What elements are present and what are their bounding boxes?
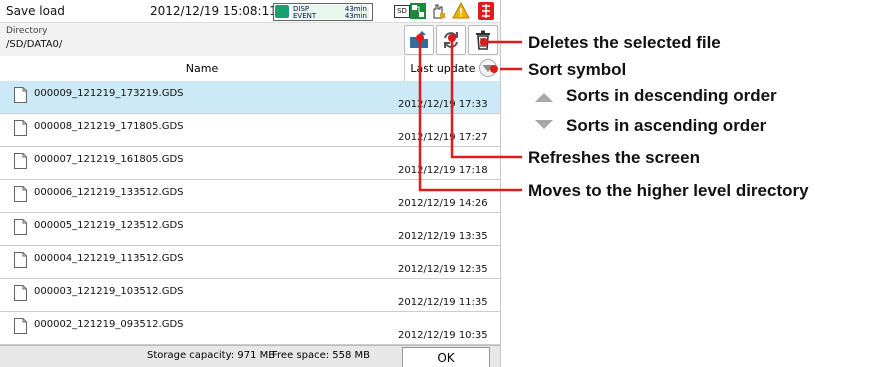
- file-name: 000009_121219_173219.GDS: [34, 88, 184, 99]
- file-name: 000007_121219_161805.GDS: [34, 154, 184, 165]
- callout-sort: Sort symbol: [528, 60, 627, 79]
- file-row[interactable]: 000004_121219_113512.GDS 2012/12/19 12:35: [0, 246, 500, 279]
- delete-button[interactable]: [468, 25, 498, 55]
- file-name: 000003_121219_103512.GDS: [34, 286, 184, 297]
- ascending-triangle-icon: [535, 120, 553, 129]
- file-date: 2012/12/19 13:35: [398, 231, 488, 242]
- save-load-screen: Save load 2012/12/19 15:08:11 DISP EVENT…: [0, 0, 501, 367]
- event-value: 43min: [344, 12, 367, 20]
- directory-path: /SD/DATA0/: [6, 39, 63, 50]
- file-list-header: Name Last update: [0, 56, 500, 82]
- free-space: Free space: 558 MB: [272, 350, 371, 361]
- name-column-header[interactable]: Name: [0, 62, 404, 75]
- file-icon: [14, 219, 27, 235]
- file-row[interactable]: 000002_121219_093512.GDS 2012/12/19 10:35: [0, 312, 500, 345]
- callout-delete: Deletes the selected file: [528, 33, 721, 52]
- status-bar: Save load 2012/12/19 15:08:11 DISP EVENT…: [0, 0, 500, 22]
- directory-bar: Directory /SD/DATA0/: [0, 22, 500, 58]
- status-timestamp: 2012/12/19 15:08:11: [150, 4, 277, 18]
- memory-icon: [275, 5, 289, 18]
- file-date: 2012/12/19 10:35: [398, 330, 488, 341]
- network-icon: [410, 3, 426, 19]
- file-icon: [14, 120, 27, 136]
- file-date: 2012/12/19 14:26: [398, 198, 488, 209]
- callout-up: Moves to the higher level directory: [528, 181, 809, 200]
- file-row[interactable]: 000008_121219_171805.GDS 2012/12/19 17:27: [0, 114, 500, 147]
- sd-card-icon: SD: [394, 5, 410, 18]
- file-date: 2012/12/19 17:18: [398, 165, 488, 176]
- footer-bar: Storage capacity: 971 MB Free space: 558…: [0, 345, 500, 367]
- warning-icon: [452, 1, 470, 20]
- file-name: 000008_121219_171805.GDS: [34, 121, 184, 132]
- file-row[interactable]: 000003_121219_103512.GDS 2012/12/19 11:35: [0, 279, 500, 312]
- file-name: 000004_121219_113512.GDS: [34, 253, 184, 264]
- event-label: EVENT: [293, 12, 317, 20]
- storage-capacity: Storage capacity: 971 MB: [147, 350, 276, 361]
- file-name: 000006_121219_133512.GDS: [34, 187, 184, 198]
- file-icon: [14, 87, 27, 103]
- descending-triangle-icon: [535, 93, 553, 102]
- parent-directory-button[interactable]: [404, 25, 434, 55]
- sort-triangle-icon[interactable]: [479, 59, 497, 77]
- ok-button[interactable]: OK: [402, 347, 490, 367]
- file-date: 2012/12/19 12:35: [398, 264, 488, 275]
- file-name: 000005_121219_123512.GDS: [34, 220, 184, 231]
- file-row[interactable]: 000006_121219_133512.GDS 2012/12/19 14:26: [0, 180, 500, 213]
- file-row[interactable]: 000007_121219_161805.GDS 2012/12/19 17:18: [0, 147, 500, 180]
- file-list: 000009_121219_173219.GDS 2012/12/19 17:33…: [0, 81, 500, 345]
- file-date: 2012/12/19 17:33: [398, 99, 488, 110]
- folder-up-icon: [410, 31, 428, 48]
- file-row[interactable]: 000005_121219_123512.GDS 2012/12/19 13:35: [0, 213, 500, 246]
- last-update-column-header[interactable]: Last update: [406, 62, 480, 75]
- file-icon: [14, 318, 27, 334]
- hand-icon: [430, 3, 446, 19]
- directory-label: Directory: [6, 26, 48, 36]
- file-icon: [14, 153, 27, 169]
- refresh-button[interactable]: [436, 25, 466, 55]
- alarm-icon: [478, 2, 494, 20]
- callout-refresh: Refreshes the screen: [528, 148, 700, 167]
- file-name: 000002_121219_093512.GDS: [34, 319, 184, 330]
- file-icon: [14, 252, 27, 268]
- file-date: 2012/12/19 11:35: [398, 297, 488, 308]
- callout-desc: Sorts in descending order: [566, 86, 777, 105]
- file-icon: [14, 285, 27, 301]
- memory-status: DISP EVENT 43min 43min: [273, 3, 373, 21]
- trash-icon: [476, 30, 490, 50]
- file-date: 2012/12/19 17:27: [398, 132, 488, 143]
- callout-asc: Sorts in ascending order: [566, 116, 767, 135]
- refresh-icon: [444, 32, 458, 48]
- file-row[interactable]: 000009_121219_173219.GDS 2012/12/19 17:33: [0, 81, 500, 114]
- screen-title: Save load: [6, 4, 65, 18]
- file-icon: [14, 186, 27, 202]
